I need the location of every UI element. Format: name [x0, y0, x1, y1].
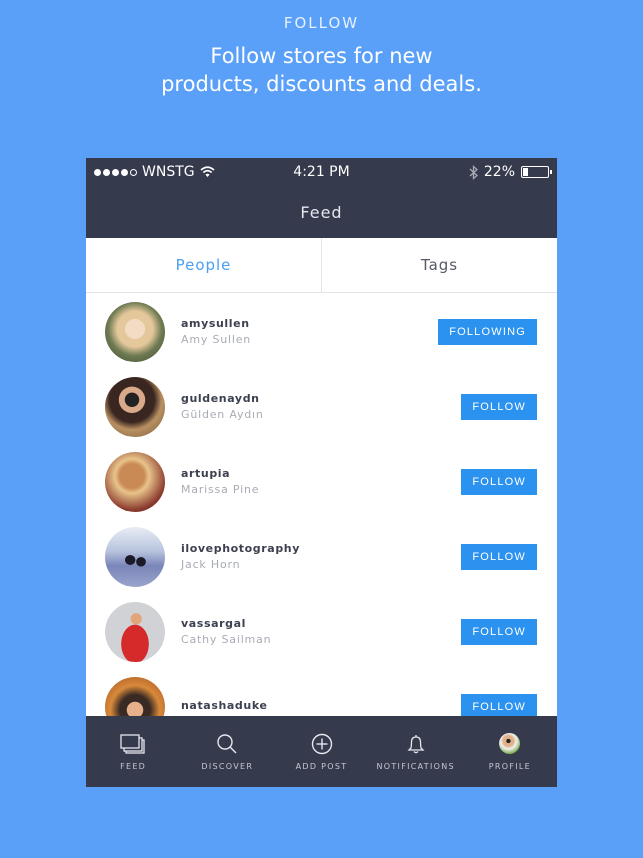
status-bar: WNSTG 4:21 PM 22%	[86, 158, 557, 186]
full-name: Marissa Pine	[181, 483, 260, 496]
bottom-tab-bar: FEED DISCOVER ADD POST NOTIFICATIONS PRO…	[86, 716, 557, 787]
tabbar-item-notifications[interactable]: NOTIFICATIONS	[369, 716, 463, 787]
follow-button[interactable]: FOLLOW	[461, 543, 537, 570]
search-icon	[217, 733, 237, 753]
promo-kicker: FOLLOW	[283, 14, 360, 32]
people-list: amysullen Amy Sullen FOLLOWING guldenayd…	[86, 294, 557, 744]
wifi-icon	[200, 166, 215, 177]
follow-button[interactable]: FOLLOW	[461, 393, 537, 420]
add-circle-icon	[311, 733, 332, 754]
tabbar-label: ADD POST	[295, 761, 348, 771]
nav-bar: Feed	[86, 186, 557, 238]
battery-fill	[523, 168, 529, 176]
following-button[interactable]: FOLLOWING	[438, 318, 537, 345]
avatar	[105, 526, 165, 587]
username: artupia	[181, 467, 231, 480]
username: amysullen	[181, 317, 250, 330]
avatar	[105, 301, 165, 362]
username: ilovephotography	[181, 542, 301, 555]
carrier-name: WNSTG	[142, 164, 195, 180]
full-name: Gülden Aydın	[181, 408, 264, 421]
list-item[interactable]: amysullen Amy Sullen FOLLOWING	[86, 294, 557, 369]
username: natashaduke	[181, 698, 268, 712]
battery-icon	[521, 166, 552, 178]
tabbar-label: FEED	[120, 761, 147, 771]
tab-people[interactable]: People	[86, 238, 321, 292]
profile-avatar-icon	[499, 733, 521, 754]
full-name: Amy Sullen	[181, 333, 252, 346]
bluetooth-icon	[469, 164, 478, 180]
username: vassargal	[181, 617, 247, 630]
page-title: Feed	[300, 202, 343, 222]
tabbar-item-discover[interactable]: DISCOVER	[180, 716, 274, 787]
avatar	[105, 451, 165, 512]
signal-dots-icon	[94, 168, 137, 176]
tabbar-item-feed[interactable]: FEED	[86, 716, 180, 787]
list-item[interactable]: vassargal Cathy Sailman FOLLOW	[86, 594, 557, 669]
promo-headline: Follow stores for new products, discount…	[161, 44, 482, 96]
tabbar-label: NOTIFICATIONS	[376, 761, 455, 771]
follow-button[interactable]: FOLLOW	[461, 618, 537, 645]
avatar	[105, 376, 165, 437]
tabbar-label: PROFILE	[488, 761, 532, 771]
feed-icon	[120, 733, 145, 754]
full-name: Cathy Sailman	[181, 633, 272, 646]
bell-icon	[407, 734, 425, 753]
list-item[interactable]: ilovephotography Jack Horn FOLLOW	[86, 519, 557, 594]
tabbar-item-add-post[interactable]: ADD POST	[274, 716, 368, 787]
list-item[interactable]: artupia Marissa Pine FOLLOW	[86, 444, 557, 519]
tab-tags[interactable]: Tags	[321, 238, 557, 292]
segment-tabs: People Tags	[86, 238, 557, 293]
follow-button[interactable]: FOLLOW	[461, 468, 537, 495]
avatar	[105, 601, 165, 662]
tabbar-item-profile[interactable]: PROFILE	[463, 716, 557, 787]
tabbar-label: DISCOVER	[201, 761, 254, 771]
full-name: Jack Horn	[181, 558, 241, 571]
battery-percent: 22%	[483, 164, 515, 180]
list-item[interactable]: guldenaydn Gülden Aydın FOLLOW	[86, 369, 557, 444]
username: guldenaydn	[181, 392, 260, 405]
phone-screen: WNSTG 4:21 PM 22% Feed People Tags amysu…	[86, 158, 557, 787]
